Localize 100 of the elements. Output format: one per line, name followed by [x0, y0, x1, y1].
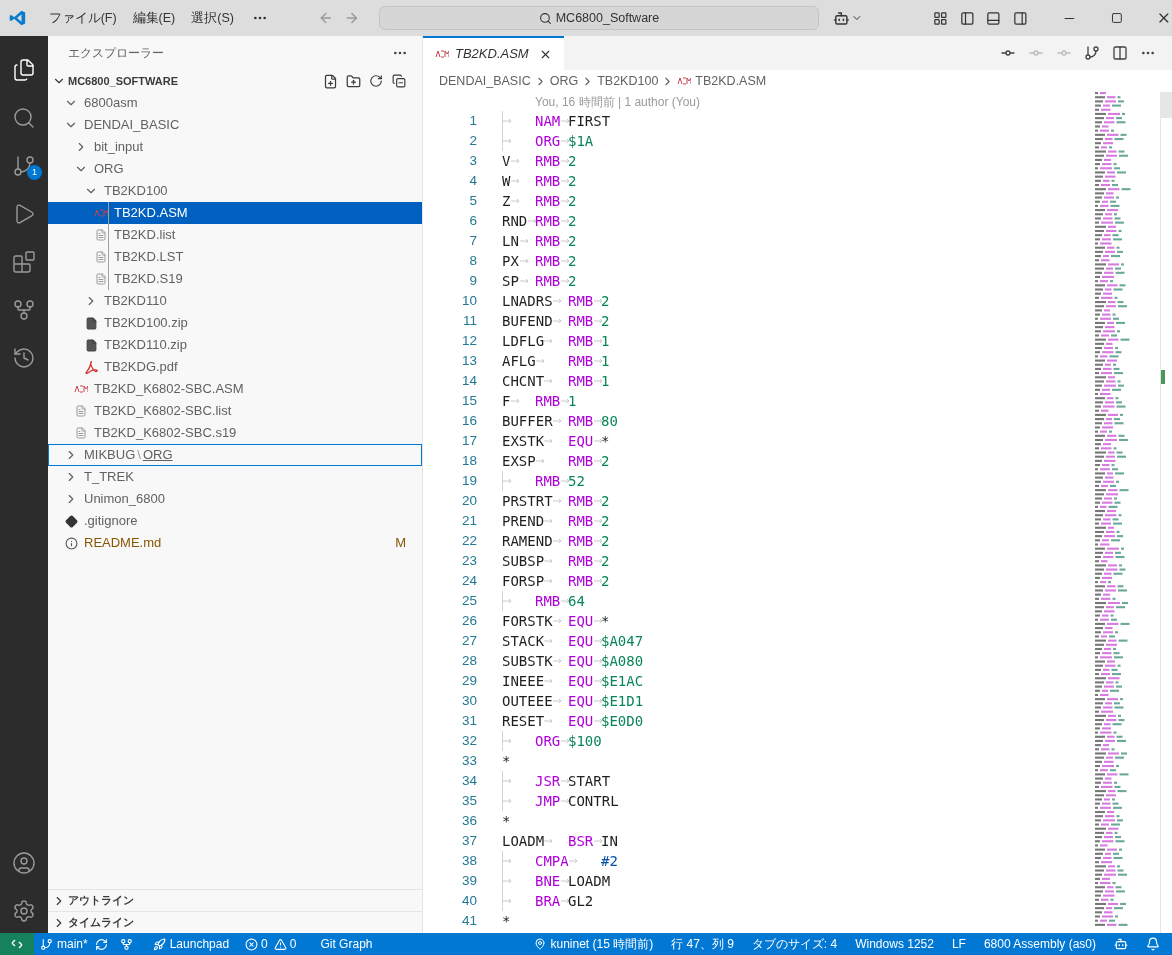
maximize-icon[interactable] [1110, 12, 1123, 24]
folder-item[interactable]: 6800asm [48, 92, 422, 114]
workspace-header[interactable]: MC6800_SOFTWARE [48, 70, 422, 92]
status-item[interactable]: 行 47、列 9 [671, 935, 734, 953]
folder-item[interactable]: MIKBUG\ORG [48, 444, 422, 466]
code-operand: * [601, 432, 610, 451]
file-icon [74, 385, 88, 393]
code-opcode: RMB [535, 472, 561, 491]
problems-button[interactable]: 0 0 [245, 935, 297, 953]
tab-arrow-icon [593, 637, 604, 645]
tab-arrow-icon [519, 277, 530, 285]
tab-arrow-icon [560, 137, 571, 145]
command-search-field[interactable]: MC6800_Software [379, 6, 819, 30]
launchpad-button[interactable]: Launchpad [152, 935, 230, 953]
file-item[interactable]: README.md M [48, 532, 422, 554]
history-icon[interactable] [12, 346, 36, 370]
copilot-icon[interactable] [1114, 937, 1128, 951]
folder-item[interactable]: TB2KD100 [48, 180, 422, 202]
new-folder-icon[interactable] [346, 73, 361, 89]
file-icon [95, 273, 107, 285]
code-operand: 2 [601, 572, 610, 591]
search-icon[interactable] [12, 106, 36, 130]
line-number: 39 [460, 871, 477, 890]
folder-item[interactable]: Unimon_6800 [48, 488, 422, 510]
breadcrumb-item[interactable]: DENDAI_BASIC [439, 71, 531, 91]
code-opcode: RMB [535, 232, 561, 251]
line-number: 23 [460, 551, 477, 570]
secondary-sidebar-icon[interactable] [1013, 10, 1028, 26]
status-item[interactable]: kuninet (15 時間前) [550, 935, 654, 953]
menu-item[interactable]: ファイル(F) [40, 4, 125, 32]
copilot-icon[interactable] [832, 9, 850, 27]
file-item[interactable]: TB2KD.list [48, 224, 422, 246]
layout-icon[interactable] [933, 10, 948, 26]
code-opcode: ORG [535, 732, 561, 751]
status-item[interactable]: 6800 Assembly (as0) [983, 935, 1096, 953]
line-number: 29 [460, 671, 477, 690]
tab-arrow-icon [593, 357, 604, 365]
file-icon [95, 229, 107, 241]
folder-item[interactable]: T_TREK [48, 466, 422, 488]
refresh-icon[interactable] [369, 74, 383, 88]
panel-toggle-icon[interactable] [986, 10, 1002, 26]
git-graph-button[interactable]: Git Graph [320, 935, 373, 953]
code-opcode: RMB [568, 552, 594, 571]
editor-tab[interactable]: TB2KD.ASM [423, 36, 564, 70]
file-item[interactable]: TB2KD_K6802-SBC.list [48, 400, 422, 422]
file-item[interactable]: TB2KD.LST [48, 246, 422, 268]
tab-arrow-icon [560, 117, 571, 125]
code-operand: 52 [568, 472, 585, 491]
line-number: 33 [460, 751, 477, 770]
account-icon[interactable] [12, 851, 36, 875]
file-item[interactable]: TB2KD_K6802-SBC.s19 [48, 422, 422, 444]
code-operand: GL2 [568, 892, 594, 911]
scrollbar[interactable] [1160, 92, 1172, 933]
sync-icon [94, 937, 108, 951]
breadcrumb-item[interactable]: ORG [549, 71, 579, 91]
status-item[interactable]: LF [951, 935, 966, 953]
file-item[interactable]: TB2KD110.zip [48, 334, 422, 356]
menu-item[interactable]: 編集(E) [124, 4, 184, 32]
file-icon [75, 427, 87, 439]
file-item[interactable]: TB2KD.ASM [48, 202, 422, 224]
folder-item[interactable]: bit_input [48, 136, 422, 158]
new-file-icon[interactable] [323, 73, 338, 89]
tab-arrow-icon [560, 257, 571, 265]
tab-arrow-icon [552, 537, 563, 545]
status-item[interactable]: タブのサイズ: 4 [751, 935, 838, 953]
tab-arrow-icon [511, 177, 522, 185]
panel-header[interactable]: アウトライン [48, 889, 422, 911]
status-item[interactable]: Windows 1252 [855, 935, 934, 953]
breadcrumb-item[interactable]: TB2KD.ASM [695, 71, 767, 91]
folder-item[interactable]: ORG [48, 158, 422, 180]
fork-icon[interactable] [119, 937, 133, 951]
folder-item[interactable]: TB2KD110 [48, 290, 422, 312]
file-item[interactable]: TB2KD_K6802-SBC.ASM [48, 378, 422, 400]
collapse-all-icon[interactable] [392, 74, 406, 88]
branch-button[interactable]: main* [40, 935, 108, 953]
line-number: 14 [460, 371, 477, 390]
menu-item[interactable]: 選択(S) [183, 4, 242, 32]
breadcrumb-item[interactable]: TB2KD100 [597, 71, 659, 91]
tab-arrow-icon [511, 197, 522, 205]
files-icon[interactable] [12, 58, 36, 82]
code-operand: 2 [568, 212, 577, 231]
file-item[interactable]: .gitignore [48, 510, 422, 532]
tab-arrow-icon [560, 877, 571, 885]
folder-item[interactable]: DENDAI_BASIC [48, 114, 422, 136]
code-operand: 2 [601, 512, 610, 531]
branch-icon[interactable] [12, 154, 36, 178]
line-number: 13 [460, 351, 477, 370]
file-icon [94, 209, 108, 217]
sidebar-toggle-icon[interactable] [959, 10, 975, 26]
split-editor-icon[interactable] [1112, 45, 1128, 61]
file-item[interactable]: TB2KD.S19 [48, 268, 422, 290]
extensions-icon[interactable] [12, 250, 36, 274]
branch-icon[interactable] [1084, 45, 1100, 61]
settings-icon[interactable] [12, 899, 36, 923]
file-item[interactable]: TB2KDG.pdf [48, 356, 422, 378]
fork-icon[interactable] [12, 298, 36, 322]
line-number: 2 [468, 131, 477, 150]
file-item[interactable]: TB2KD100.zip [48, 312, 422, 334]
notification-icon[interactable] [1146, 937, 1160, 951]
code-opcode: RMB [568, 492, 594, 511]
